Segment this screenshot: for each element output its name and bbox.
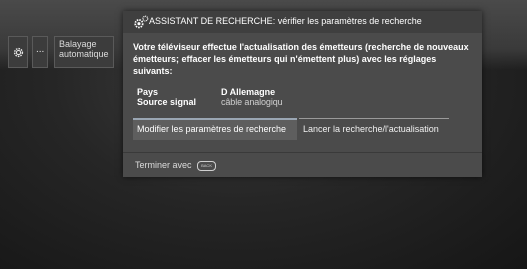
auto-scan-label: Balayage automatique bbox=[59, 39, 109, 59]
more-tile[interactable]: ... bbox=[32, 36, 48, 68]
settings-tile[interactable] bbox=[8, 36, 28, 68]
more-label: ... bbox=[36, 44, 45, 55]
signal-source-label: Source signal bbox=[137, 97, 197, 107]
dialog-header: ASSISTANT DE RECHERCHE: vérifier les par… bbox=[123, 11, 482, 33]
dialog-title: ASSISTANT DE RECHERCHE: vérifier les par… bbox=[149, 16, 422, 26]
footer-text: Terminer avec bbox=[135, 160, 192, 170]
gears-icon bbox=[134, 15, 149, 29]
tv-screen: ... Balayage automatique ASSISTANT DE RE… bbox=[0, 0, 527, 269]
launch-search-button[interactable]: Lancer la recherche/l'actualisation bbox=[299, 118, 449, 140]
modify-settings-button[interactable]: Modifier les paramètres de recherche bbox=[133, 118, 297, 140]
dialog-footer: Terminer avec BACK bbox=[135, 160, 217, 171]
footer-divider bbox=[123, 152, 482, 153]
country-label: Pays bbox=[137, 87, 159, 97]
auto-scan-tile[interactable]: Balayage automatique bbox=[54, 36, 114, 68]
back-key-icon: BACK bbox=[197, 160, 217, 171]
country-value: D Allemagne bbox=[221, 87, 276, 97]
search-assistant-dialog: ASSISTANT DE RECHERCHE: vérifier les par… bbox=[123, 11, 482, 177]
gear-icon bbox=[13, 47, 24, 58]
signal-source-value: câble analogiqu bbox=[221, 97, 283, 107]
dialog-message: Votre téléviseur effectue l'actualisatio… bbox=[133, 42, 469, 76]
